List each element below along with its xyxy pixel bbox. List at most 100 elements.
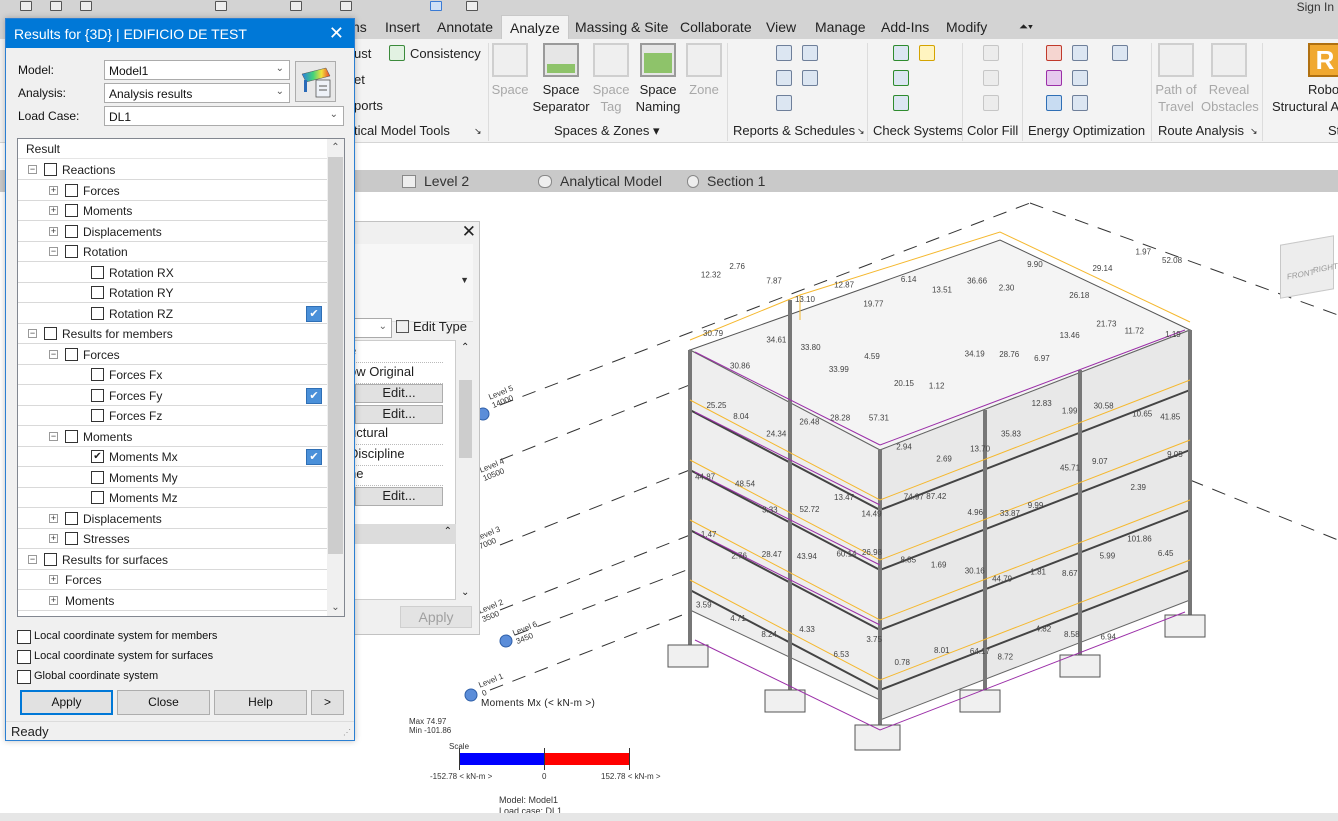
tab-modify[interactable]: Modify [946,19,987,35]
tree-item[interactable]: + Forces [18,181,327,201]
tab-insert[interactable]: Insert [385,19,420,35]
scroll-down-icon[interactable]: ⌄ [461,587,469,598]
tree-item[interactable]: − Forces [18,345,327,365]
tree-item[interactable]: + Displacements [18,222,327,242]
tree-item[interactable]: ✔ Moments Mx ✔ [18,447,327,467]
ribbon-supports[interactable]: ports [354,97,383,114]
panel-schedules-icon[interactable] [802,45,818,61]
checkbox[interactable] [91,409,104,422]
checkbox[interactable] [44,552,57,566]
checkbox[interactable] [65,429,78,443]
type-selector-arrow-icon[interactable]: ▼ [460,275,469,285]
edit-button[interactable]: Edit... [355,404,443,424]
location-icon[interactable] [1046,45,1062,61]
tree-item[interactable]: − Reactions [18,160,327,180]
type-selector[interactable] [346,244,473,322]
tree-item[interactable]: Forces Fy ✔ [18,386,327,406]
expand-icon[interactable]: + [49,575,58,584]
system-zone-icon[interactable] [1072,70,1088,86]
space-naming-button[interactable]: Space Naming [633,43,683,115]
checkbox[interactable] [91,491,104,504]
check-duct-systems-icon[interactable] [893,45,909,61]
properties-apply-button[interactable]: Apply [400,606,472,628]
dialog-close-icon[interactable]: ✕ [329,23,344,44]
text-icon[interactable] [340,1,352,11]
checkbox[interactable] [17,650,31,664]
close-hidden-icon[interactable] [466,1,478,11]
tab-collaborate[interactable]: Collaborate [680,19,752,35]
collapse-icon[interactable]: − [28,329,37,338]
show-disconnects-icon[interactable] [919,45,935,61]
checkbox[interactable] [65,183,78,197]
dialog-launcher-icon[interactable]: ↘ [474,126,482,137]
reveal-obstacles-button[interactable]: Reveal Obstacles [1201,43,1259,115]
viewcube-front[interactable]: FRONT [1287,268,1315,282]
checkbox[interactable] [91,368,104,381]
view-tab-section-1[interactable]: Section 1 [687,173,765,189]
help-button[interactable]: Help [214,690,307,715]
tree-item[interactable]: Rotation RZ ✔ [18,304,327,324]
expand-icon[interactable]: + [49,513,58,523]
property-value[interactable]: ne [347,466,443,486]
tree-item[interactable]: − Moments [18,427,327,447]
create-energy-model-icon[interactable] [1046,70,1062,86]
tree-item[interactable]: + Forces [18,570,327,590]
property-value[interactable]: e [347,343,443,363]
model-select[interactable]: Model1 ⌄ [104,60,290,80]
collapse-icon[interactable]: − [49,431,58,441]
open-icon[interactable] [20,1,32,11]
checkbox[interactable] [65,204,78,217]
dialog-launcher-icon[interactable]: ↘ [1250,126,1258,137]
tab-manage[interactable]: Manage [815,19,866,35]
tree-item[interactable]: Rotation RY [18,283,327,303]
model-canvas[interactable]: 12.32 2.76 7.87 13.10 12.87 19.77 6.14 13.51 36.… [355,193,1338,813]
expand-icon[interactable]: + [49,226,58,236]
space-separator-button[interactable]: Space Separator [531,43,591,115]
tree-scrollbar[interactable]: ⌃ ⌄ [327,139,344,616]
ribbon-reset[interactable]: et [354,71,365,88]
system-inspector-icon[interactable] [776,95,792,111]
checkbox[interactable] [91,388,104,402]
group-spaces-zones[interactable]: Spaces & Zones ▾ [554,123,660,139]
tree-item[interactable]: − Stresses [18,611,327,617]
ribbon-adjust[interactable]: ust [354,45,371,62]
path-of-travel-button[interactable]: Path of Travel [1153,43,1199,115]
scrollbar-thumb[interactable] [459,380,472,458]
close-button[interactable]: Close [117,690,210,715]
duct-pipe-legend-icon[interactable] [802,70,818,86]
property-value[interactable]: ow Original [347,364,443,384]
level-6-marker-icon[interactable] [499,634,513,648]
save-icon[interactable] [50,1,62,11]
checkbox[interactable] [91,286,104,299]
sync-icon[interactable] [80,1,92,11]
checkbox[interactable] [65,532,78,545]
checkbox[interactable] [44,163,57,176]
level-1-marker-icon[interactable] [464,688,478,702]
load-case-select[interactable]: DL1 ⌄ [104,106,344,126]
tree-item[interactable]: − Results for surfaces [18,550,327,570]
tab-analyze[interactable]: Analyze [501,15,569,39]
checkbox[interactable] [91,265,104,279]
property-value[interactable]: uctural [347,425,443,445]
check-circuits-icon[interactable] [893,95,909,111]
checkbox[interactable] [65,347,78,361]
display-check-icon[interactable]: ✔ [306,305,322,322]
more-button[interactable]: > [311,690,344,715]
zone-button[interactable]: Zone [685,43,723,98]
tab-annotate[interactable]: Annotate [437,19,493,35]
print-icon[interactable] [215,1,227,11]
checkbox[interactable] [44,327,57,340]
expand-icon[interactable]: + [49,534,58,543]
properties-scrollbar[interactable]: ⌃ ⌄ [457,340,474,600]
collapse-icon[interactable]: − [28,554,37,564]
ribbon-minimize-icon[interactable]: ⏶▾ [1019,21,1033,34]
collapse-icon[interactable]: − [49,349,58,359]
display-check-icon[interactable]: ✔ [306,387,322,404]
tree-item[interactable]: − Results for members [18,324,327,344]
collapse-icon[interactable]: − [51,616,56,617]
tab-massing-site[interactable]: Massing & Site [575,19,668,35]
analysis-select[interactable]: Analysis results ⌄ [104,83,290,103]
tree-item[interactable]: Moments Mz [18,488,327,508]
energy-model-icon[interactable] [1112,45,1128,61]
checkbox[interactable] [65,245,78,258]
